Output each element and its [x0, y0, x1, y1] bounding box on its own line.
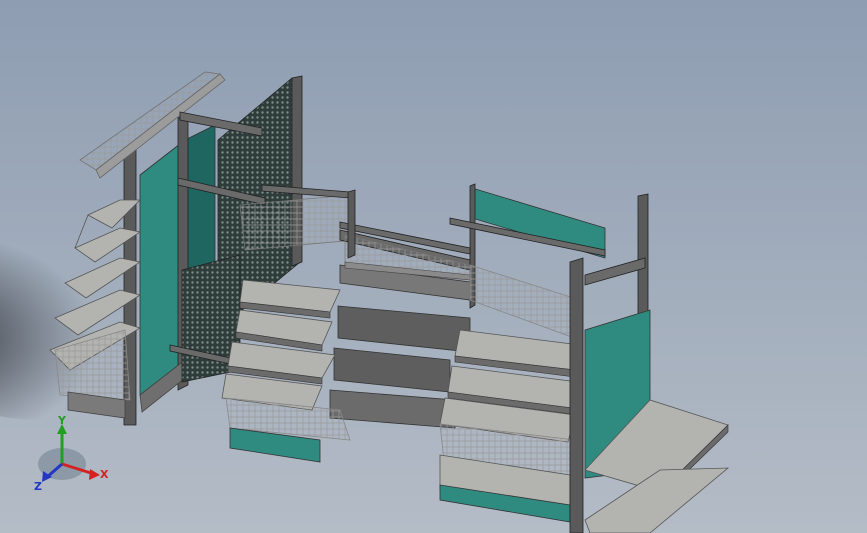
coordinate-triad: Y X Z [34, 414, 109, 493]
z-axis-label: Z [34, 480, 42, 493]
cad-viewport[interactable]: Y X Z [0, 0, 867, 533]
x-axis-label: X [100, 468, 109, 481]
center-upper-wire-rack [239, 194, 356, 251]
shelving-model[interactable] [0, 0, 867, 533]
y-axis-label: Y [57, 414, 67, 427]
x-axis-arrow [89, 469, 100, 480]
right-upright-front [569, 257, 584, 533]
